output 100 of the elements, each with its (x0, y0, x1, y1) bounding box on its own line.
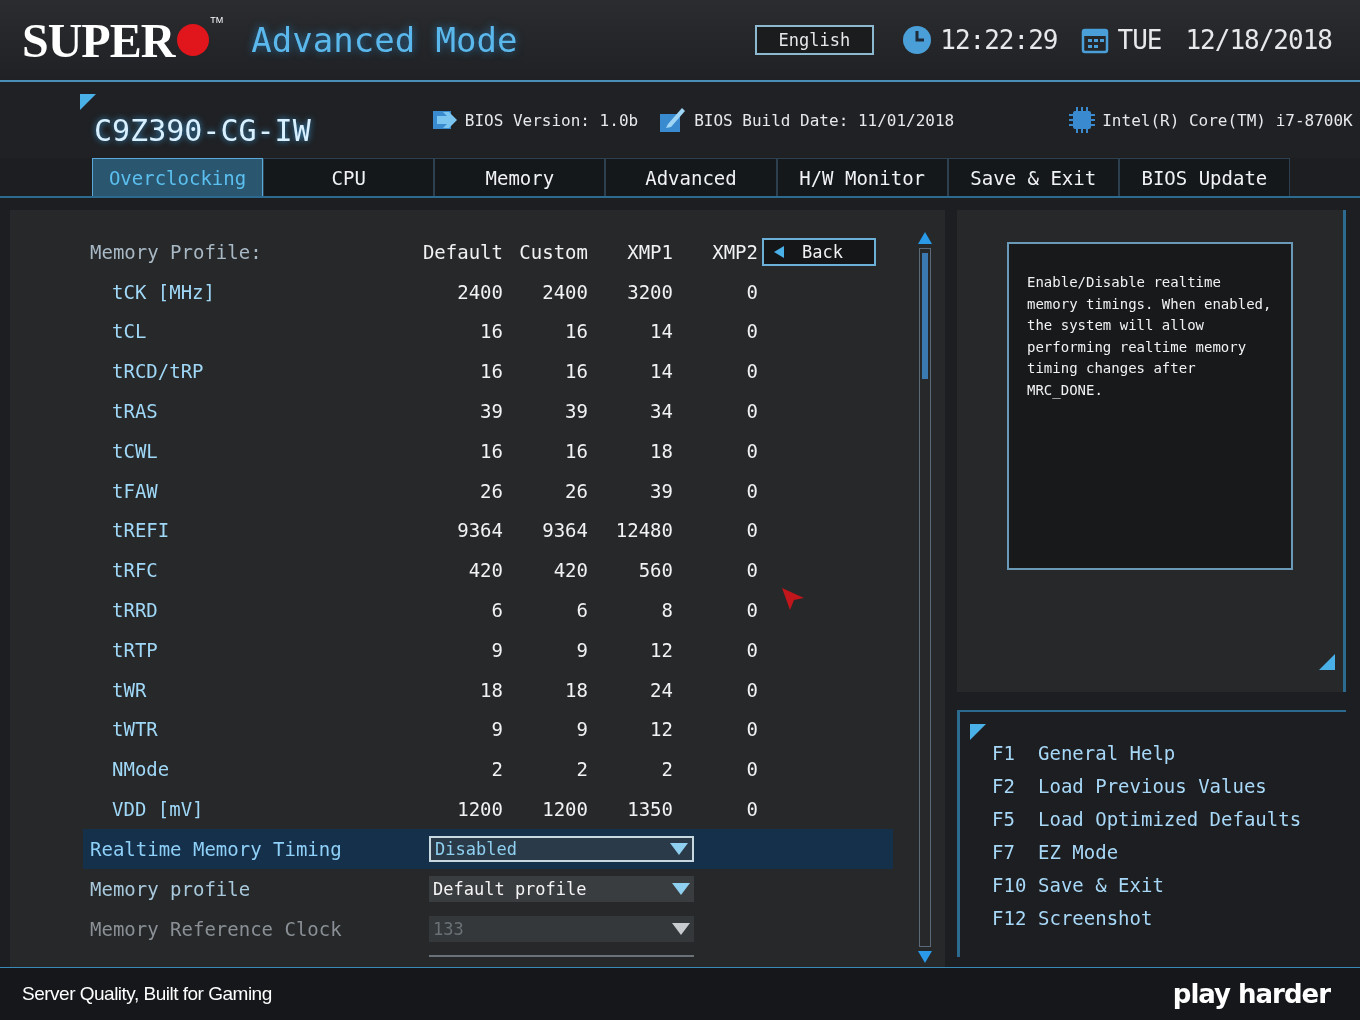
table-cell-text: 420 (552, 559, 588, 582)
table-cell-text: 39 (479, 400, 503, 423)
table-cell-text: 2 (660, 758, 673, 781)
time: 12:22:29 (940, 25, 1058, 55)
table-cell-text: 26 (564, 479, 588, 502)
hotkey: F7 (992, 841, 1016, 863)
table-cell-text: 560 (637, 559, 673, 582)
table-cell-text: 18 (479, 678, 503, 701)
table-cell-text: 0 (745, 320, 758, 343)
table-cell-text: 16 (479, 320, 503, 343)
column-header: XMP2 (711, 240, 758, 263)
table-cell-text: 16 (564, 439, 588, 462)
setting-label: Memory profile (90, 877, 252, 900)
table-cell-text: 2 (575, 758, 588, 781)
setting-label: Realtime Memory Timing (90, 837, 343, 860)
table-cell-text: 39 (649, 479, 673, 502)
table-cell-text: 14 (649, 360, 673, 383)
column-header: Custom (518, 240, 588, 263)
table-cell-text: 8 (660, 599, 673, 622)
table-cell-text: 12480 (614, 519, 673, 542)
tab[interactable]: Memory (434, 158, 606, 196)
table-cell-text: 0 (745, 599, 758, 622)
table-cell-text: 9 (575, 638, 588, 661)
hotkey-action: Load Previous Values (1038, 775, 1267, 797)
table-cell-text: 6 (490, 599, 503, 622)
table-cell-text: 3200 (626, 280, 673, 303)
hotkey: F10 (992, 874, 1028, 896)
build-date: BIOS Build Date: 11/01/2018 (694, 110, 955, 130)
table-cell-text: 16 (564, 360, 588, 383)
table-cell-text: 0 (745, 678, 758, 701)
table-cell-text: 2400 (541, 280, 588, 303)
table-cell-text: 0 (745, 559, 758, 582)
table-cell-text: 12 (649, 718, 673, 741)
table-cell-text: 9 (490, 638, 503, 661)
table-cell-text: 0 (745, 638, 758, 661)
help-text: Enable/Disable realtime memory timings. When enabled, the system will allow performing realtime memory timing changes after MRC_DONE. (1027, 273, 1273, 401)
timing-label: tCWL (111, 439, 159, 462)
day: TUE (1117, 25, 1162, 55)
timing-label: tCK [MHz] (111, 280, 216, 303)
timing-label: tRFC (111, 559, 159, 582)
table-cell-text: 24 (649, 678, 673, 701)
setting-row[interactable]: Memory profile Default profile (83, 868, 893, 909)
table-cell-text: 2400 (456, 280, 503, 303)
hotkey: F12 (992, 907, 1028, 929)
tab[interactable]: Overclocking (92, 158, 264, 196)
column-header: XMP1 (626, 240, 673, 263)
timing-label: tREFI (111, 519, 171, 542)
table-cell-text: 1200 (541, 798, 588, 821)
table-cell-text: 0 (745, 439, 758, 462)
timing-label: tRTP (111, 638, 159, 661)
table-cell-text: 0 (745, 400, 758, 423)
table-cell-text: 18 (564, 678, 588, 701)
bios-version: BIOS Version: 1.0b (464, 110, 639, 130)
hotkey: F1 (992, 742, 1016, 764)
board-name: C9Z390-CG-IW (94, 112, 311, 148)
column-header: Memory Profile: (90, 240, 263, 263)
tab[interactable]: Save & Exit (947, 158, 1119, 196)
table-cell-text: 0 (745, 360, 758, 383)
timing-label: tWR (111, 678, 148, 701)
table-cell-text: 1200 (456, 798, 503, 821)
language-button[interactable]: English (754, 25, 875, 55)
logo-text: SUPER (22, 12, 175, 68)
timing-label: tCL (111, 320, 148, 343)
table-cell-text: 1350 (626, 798, 673, 821)
hotkey: F2 (992, 775, 1016, 797)
dropdown[interactable]: Disabled (429, 835, 694, 862)
tab[interactable]: CPU (263, 158, 435, 196)
table-cell-text: 2 (490, 758, 503, 781)
table-cell-text: 0 (745, 798, 758, 821)
table-cell-text: 0 (745, 280, 758, 303)
mode-title: Advanced Mode (251, 20, 518, 60)
hotkey-action: EZ Mode (1038, 841, 1119, 863)
hotkey: F5 (992, 808, 1016, 830)
table-cell-text: 18 (649, 439, 673, 462)
trademark: TM (210, 14, 224, 25)
column-header: Default (421, 240, 503, 263)
tab[interactable]: Advanced (605, 158, 777, 196)
table-cell-text: 26 (479, 479, 503, 502)
table-cell-text: 9 (490, 718, 503, 741)
timing-label: NMode (111, 758, 171, 781)
hotkey-action: Load Optimized Defaults (1038, 808, 1302, 830)
tab[interactable]: H/W Monitor (776, 158, 948, 196)
table-cell-text: 6 (575, 599, 588, 622)
table-cell-text: 34 (649, 400, 673, 423)
table-cell-text: 0 (745, 718, 758, 741)
back-button[interactable]: Back (762, 237, 876, 266)
timing-label: tFAW (111, 479, 159, 502)
timing-label: tRRD (111, 599, 159, 622)
setting-row[interactable]: Realtime Memory Timing Disabled (83, 828, 893, 869)
tab[interactable]: BIOS Update (1118, 158, 1290, 196)
table-cell-text: 9364 (456, 519, 503, 542)
table-cell-text: 0 (745, 519, 758, 542)
table-cell-text: 12 (649, 638, 673, 661)
hotkey-action: General Help (1038, 742, 1176, 764)
timing-label: tWTR (111, 718, 159, 741)
dropdown[interactable]: Default profile (429, 875, 694, 902)
table-cell-text: 14 (649, 320, 673, 343)
date: 12/18/2018 (1185, 25, 1332, 55)
timing-label: tRAS (111, 400, 159, 423)
table-cell-text: 420 (467, 559, 503, 582)
